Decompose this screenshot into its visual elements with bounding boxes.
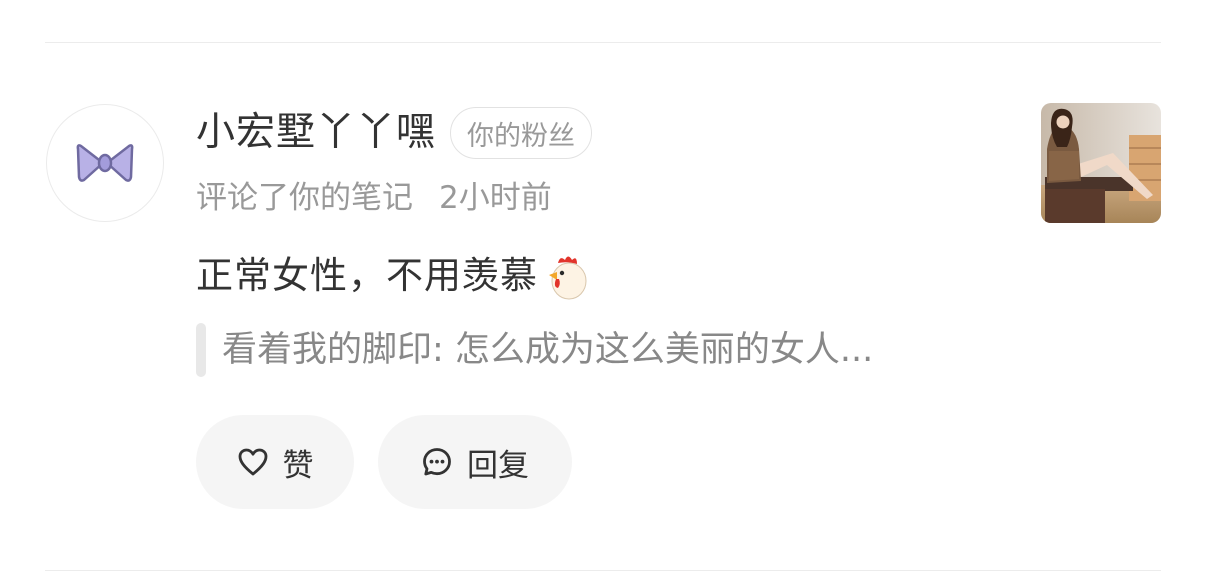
like-label: 赞 <box>282 447 314 484</box>
note-thumbnail[interactable] <box>1041 103 1161 223</box>
notification-content: 小宏墅丫丫嘿 你的粉丝 评论了你的笔记 2小时前 正常女性，不用羡慕 看着我的脚印… <box>196 104 1016 378</box>
quoted-note[interactable]: 看着我的脚印: 怎么成为这么美丽的女人... <box>196 322 1016 378</box>
chicken-emoji <box>549 256 587 300</box>
note-thumbnail-image <box>1041 103 1161 223</box>
comment-bubble-icon <box>423 448 451 476</box>
fan-badge: 你的粉丝 <box>450 107 593 159</box>
quote-bar <box>196 323 206 377</box>
action-text: 评论了你的笔记 <box>196 180 413 216</box>
reply-button[interactable]: 回复 <box>378 415 572 509</box>
heart-icon <box>238 448 267 476</box>
action-bar: 赞 回复 <box>196 415 572 509</box>
username[interactable]: 小宏墅丫丫嘿 <box>196 104 436 162</box>
reply-label: 回复 <box>467 447 529 484</box>
meta-line: 评论了你的笔记 2小时前 <box>196 178 1016 218</box>
comment-row: 正常女性，不用羡慕 <box>196 248 1016 304</box>
bow-icon <box>76 144 134 182</box>
quoted-text: 看着我的脚印: 怎么成为这么美丽的女人... <box>222 330 874 370</box>
avatar[interactable] <box>46 104 164 222</box>
like-button[interactable]: 赞 <box>196 415 354 509</box>
comment-text: 正常女性，不用羡慕 <box>196 254 538 297</box>
name-row: 小宏墅丫丫嘿 你的粉丝 <box>196 104 1016 162</box>
top-divider <box>45 42 1161 43</box>
comment-notification-page: 小宏墅丫丫嘿 你的粉丝 评论了你的笔记 2小时前 正常女性，不用羡慕 看着我的脚印… <box>0 0 1206 574</box>
bottom-divider <box>45 570 1161 571</box>
timestamp: 2小时前 <box>439 180 552 216</box>
